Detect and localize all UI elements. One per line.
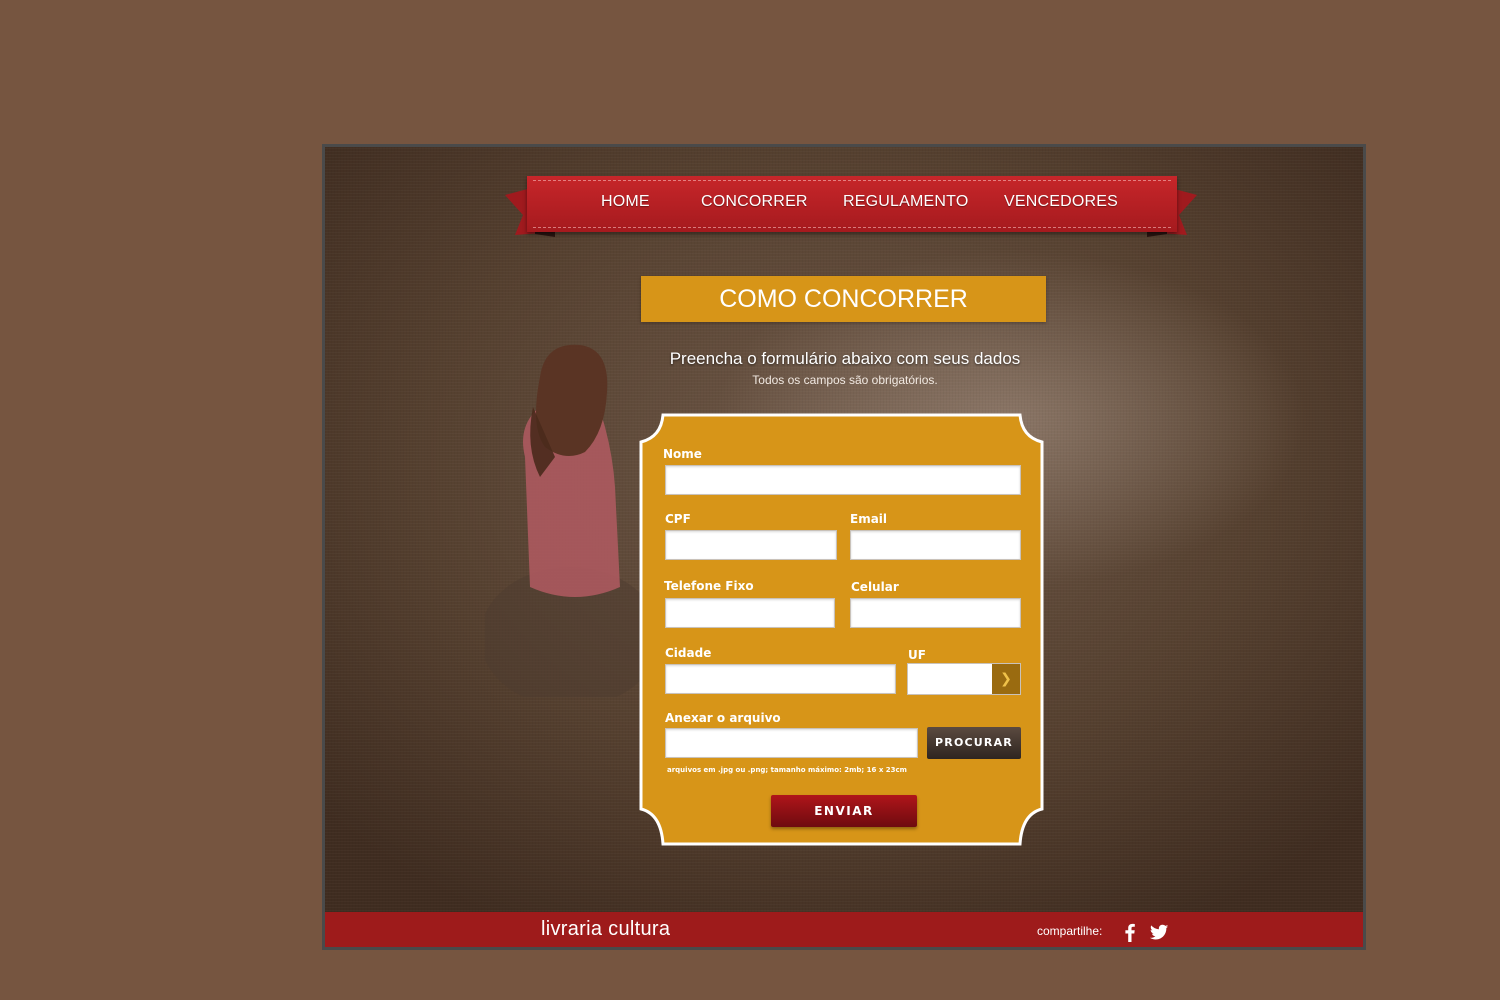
cidade-input[interactable] <box>665 664 896 694</box>
footer: livraria cultura compartilhe: <box>325 912 1363 947</box>
celular-input[interactable] <box>850 598 1021 628</box>
cidade-label: Cidade <box>665 646 712 660</box>
celular-label: Celular <box>851 580 899 594</box>
browse-button[interactable]: PROCURAR <box>927 727 1021 759</box>
nome-label: Nome <box>663 447 702 461</box>
email-label: Email <box>850 512 888 526</box>
page-frame: HOME CONCORRER REGULAMENTO VENCEDORES CO… <box>322 144 1366 950</box>
nav-item-vencedores[interactable]: VENCEDORES <box>1004 193 1118 211</box>
submit-button[interactable]: ENVIAR <box>771 795 917 827</box>
nav-item-concorrer[interactable]: CONCORRER <box>701 193 808 211</box>
twitter-icon[interactable] <box>1148 921 1170 943</box>
chevron-down-icon[interactable]: ❯ <box>992 664 1020 694</box>
page-title: COMO CONCORRER <box>641 276 1046 322</box>
form-instructions: Preencha o formulário abaixo com seus da… <box>669 349 1021 368</box>
arquivo-label: Anexar o arquivo <box>665 711 781 725</box>
nav-ribbon: HOME CONCORRER REGULAMENTO VENCEDORES <box>527 176 1177 232</box>
cpf-label: CPF <box>665 512 691 526</box>
facebook-icon[interactable] <box>1119 921 1141 943</box>
telefone-label: Telefone Fixo <box>664 579 754 593</box>
registration-form: Nome CPF Email Telefone Fixo Celular Cid… <box>643 417 1040 842</box>
cpf-input[interactable] <box>665 530 837 560</box>
file-path-input[interactable] <box>665 728 918 758</box>
share-label: compartilhe: <box>1037 924 1103 938</box>
uf-label: UF <box>908 648 926 662</box>
girl-illustration <box>485 344 655 697</box>
nav-item-home[interactable]: HOME <box>601 193 650 211</box>
brand-logo[interactable]: livraria cultura <box>541 918 670 941</box>
email-input[interactable] <box>850 530 1021 560</box>
hero-scene: HOME CONCORRER REGULAMENTO VENCEDORES CO… <box>325 147 1363 912</box>
telefone-input[interactable] <box>665 598 835 628</box>
file-requirements-hint: arquivos em .jpg ou .png; tamanho máximo… <box>667 766 907 774</box>
main-nav: HOME CONCORRER REGULAMENTO VENCEDORES <box>527 176 1177 232</box>
nome-input[interactable] <box>665 465 1021 495</box>
required-fields-note: Todos os campos são obrigatórios. <box>752 373 938 387</box>
uf-select[interactable]: ❯ <box>907 663 1021 695</box>
nav-item-regulamento[interactable]: REGULAMENTO <box>843 193 968 211</box>
